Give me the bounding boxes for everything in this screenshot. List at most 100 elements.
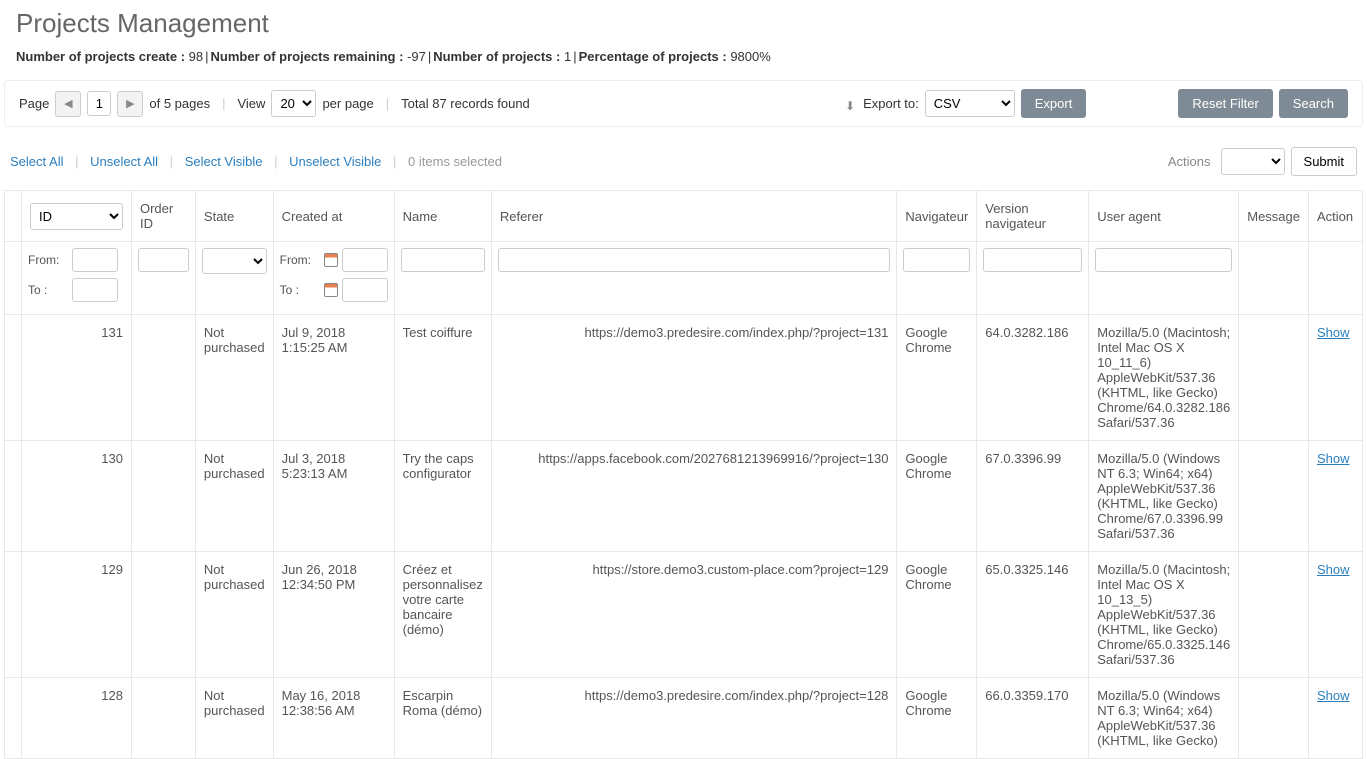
cell-user-agent: Mozilla/5.0 (Macintosh; Intel Mac OS X 1… xyxy=(1089,552,1239,678)
stats-pct-value: 9800% xyxy=(730,49,770,64)
submit-button[interactable]: Submit xyxy=(1291,147,1357,176)
cell-action: Show xyxy=(1308,315,1362,441)
cell-message xyxy=(1239,315,1309,441)
page-label: Page xyxy=(19,96,49,111)
unselect-all-link[interactable]: Unselect All xyxy=(90,154,158,169)
table-row: 131Not purchasedJul 9, 2018 1:15:25 AMTe… xyxy=(5,315,1363,441)
cell-id: 129 xyxy=(22,552,132,678)
cell-referer: https://demo3.predesire.com/index.php/?p… xyxy=(491,678,897,759)
col-referer[interactable]: Referer xyxy=(491,191,897,242)
version-filter-input[interactable] xyxy=(983,248,1082,272)
stats-remaining-label: Number of projects remaining : xyxy=(211,49,404,64)
cell-id: 130 xyxy=(22,441,132,552)
cell-referer: https://demo3.predesire.com/index.php/?p… xyxy=(491,315,897,441)
order-id-filter-input[interactable] xyxy=(138,248,189,272)
download-icon xyxy=(845,98,857,110)
per-page-label: per page xyxy=(322,96,373,111)
col-version[interactable]: Version navigateur xyxy=(977,191,1089,242)
stats-create-label: Number of projects create : xyxy=(16,49,185,64)
unselect-visible-link[interactable]: Unselect Visible xyxy=(289,154,381,169)
col-order-id[interactable]: Order ID xyxy=(131,191,195,242)
cell-created: May 16, 2018 12:38:56 AM xyxy=(273,678,394,759)
cell-navigateur: Google Chrome xyxy=(897,678,977,759)
reset-filter-button[interactable]: Reset Filter xyxy=(1178,89,1272,118)
cell-navigateur: Google Chrome xyxy=(897,441,977,552)
cell-navigateur: Google Chrome xyxy=(897,315,977,441)
created-from-input[interactable] xyxy=(342,248,388,272)
state-filter-select[interactable] xyxy=(202,248,267,274)
select-all-link[interactable]: Select All xyxy=(10,154,63,169)
cell-name: Créez et personnalisez votre carte banca… xyxy=(394,552,491,678)
calendar-icon[interactable] xyxy=(324,253,338,267)
page-title: Projects Management xyxy=(0,0,1367,45)
table-row: 130Not purchasedJul 3, 2018 5:23:13 AMTr… xyxy=(5,441,1363,552)
created-to-input[interactable] xyxy=(342,278,388,302)
stats-create-value: 98 xyxy=(189,49,203,64)
stats-remaining-value: -97 xyxy=(407,49,426,64)
created-from-label: From: xyxy=(280,253,320,267)
cell-order-id xyxy=(131,552,195,678)
col-action: Action xyxy=(1308,191,1362,242)
cell-user-agent: Mozilla/5.0 (Windows NT 6.3; Win64; x64)… xyxy=(1089,678,1239,759)
export-format-select[interactable]: CSV xyxy=(925,90,1015,117)
per-page-select[interactable]: 20 xyxy=(271,90,316,117)
page-input[interactable] xyxy=(87,91,111,116)
id-from-input[interactable] xyxy=(72,248,118,272)
referer-filter-input[interactable] xyxy=(498,248,891,272)
cell-id: 131 xyxy=(22,315,132,441)
id-to-label: To : xyxy=(28,283,68,297)
navigateur-filter-input[interactable] xyxy=(903,248,970,272)
col-state[interactable]: State xyxy=(195,191,273,242)
of-pages-label: of 5 pages xyxy=(149,96,210,111)
cell-state: Not purchased xyxy=(195,552,273,678)
col-checkbox xyxy=(5,191,22,242)
cell-created: Jun 26, 2018 12:34:50 PM xyxy=(273,552,394,678)
total-records-label: Total 87 records found xyxy=(401,96,530,111)
actions-label: Actions xyxy=(1168,154,1211,169)
col-name[interactable]: Name xyxy=(394,191,491,242)
export-label: Export to: xyxy=(863,96,919,111)
col-navigateur[interactable]: Navigateur xyxy=(897,191,977,242)
stats-pct-label: Percentage of projects : xyxy=(579,49,727,64)
ua-filter-input[interactable] xyxy=(1095,248,1232,272)
cell-navigateur: Google Chrome xyxy=(897,552,977,678)
cell-version: 67.0.3396.99 xyxy=(977,441,1089,552)
calendar-icon[interactable] xyxy=(324,283,338,297)
cell-message xyxy=(1239,441,1309,552)
export-button[interactable]: Export xyxy=(1021,89,1087,118)
cell-name: Try the caps configurator xyxy=(394,441,491,552)
actions-select[interactable] xyxy=(1221,148,1285,175)
show-link[interactable]: Show xyxy=(1317,688,1350,703)
cell-state: Not purchased xyxy=(195,441,273,552)
stats-count-label: Number of projects : xyxy=(433,49,560,64)
show-link[interactable]: Show xyxy=(1317,451,1350,466)
cell-referer: https://store.demo3.custom-place.com?pro… xyxy=(491,552,897,678)
table-row: 129 Not purchasedJun 26, 2018 12:34:50 PM… xyxy=(5,552,1363,678)
controls-bar: Page ◀ ▶ of 5 pages | View 20 per page |… xyxy=(4,80,1363,127)
view-label: View xyxy=(237,96,265,111)
show-link[interactable]: Show xyxy=(1317,325,1350,340)
prev-page-button[interactable]: ◀ xyxy=(55,91,81,117)
id-to-input[interactable] xyxy=(72,278,118,302)
search-button[interactable]: Search xyxy=(1279,89,1348,118)
id-sort-select[interactable]: ID xyxy=(30,203,123,230)
select-visible-link[interactable]: Select Visible xyxy=(185,154,263,169)
col-created-at[interactable]: Created at xyxy=(273,191,394,242)
next-page-button[interactable]: ▶ xyxy=(117,91,143,117)
col-id[interactable]: ID xyxy=(22,191,132,242)
cell-message xyxy=(1239,552,1309,678)
cell-state: Not purchased xyxy=(195,678,273,759)
show-link[interactable]: Show xyxy=(1317,562,1350,577)
col-user-agent[interactable]: User agent xyxy=(1089,191,1239,242)
cell-action: Show xyxy=(1308,552,1362,678)
cell-version: 66.0.3359.170 xyxy=(977,678,1089,759)
projects-table: ID Order ID State Created at Name Refere… xyxy=(4,190,1363,759)
stats-count-value: 1 xyxy=(564,49,571,64)
cell-order-id xyxy=(131,315,195,441)
stats-bar: Number of projects create : 98|Number of… xyxy=(0,45,1367,80)
table-row: 128Not purchasedMay 16, 2018 12:38:56 AM… xyxy=(5,678,1363,759)
col-message[interactable]: Message xyxy=(1239,191,1309,242)
cell-user-agent: Mozilla/5.0 (Macintosh; Intel Mac OS X 1… xyxy=(1089,315,1239,441)
name-filter-input[interactable] xyxy=(401,248,485,272)
cell-name: Test coiffure xyxy=(394,315,491,441)
